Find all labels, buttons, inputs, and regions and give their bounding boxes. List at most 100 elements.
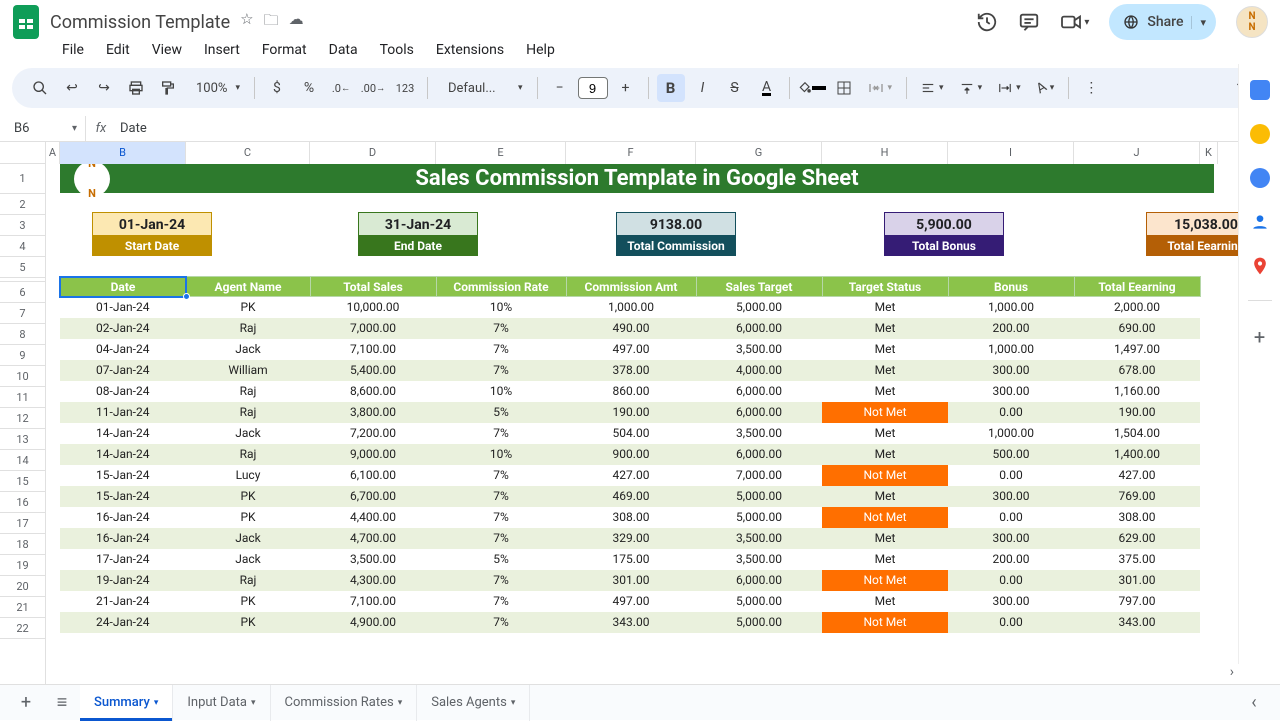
keep-icon[interactable]: [1250, 124, 1270, 144]
menu-tools[interactable]: Tools: [370, 38, 424, 62]
account-avatar[interactable]: NN: [1236, 6, 1268, 38]
col-a[interactable]: A: [46, 142, 60, 164]
share-caret-icon[interactable]: ▾: [1191, 16, 1206, 29]
header-agent-name[interactable]: Agent Name: [186, 277, 310, 297]
italic-button[interactable]: I: [689, 74, 717, 102]
name-box[interactable]: B6▾: [0, 116, 86, 141]
add-on-icon[interactable]: +: [1254, 325, 1265, 349]
more-icon[interactable]: ⋮: [1077, 74, 1105, 102]
scroll-right-icon[interactable]: ›: [1230, 664, 1234, 680]
meet-icon[interactable]: ▾: [1060, 13, 1089, 31]
menu-file[interactable]: File: [52, 38, 94, 62]
increase-decimal-icon[interactable]: .00→: [359, 74, 387, 102]
select-all-cell[interactable]: [0, 142, 46, 164]
valign-button[interactable]: ▾: [954, 74, 989, 102]
table-row[interactable]: 14-Jan-24Raj9,000.0010%900.006,000.00Met…: [46, 444, 1200, 465]
menu-help[interactable]: Help: [516, 38, 565, 62]
table-row[interactable]: 21-Jan-24PK7,100.007%497.005,000.00Met30…: [46, 591, 1200, 612]
doc-title[interactable]: Commission Template: [50, 12, 230, 33]
cloud-icon[interactable]: ☁: [289, 10, 304, 35]
grid[interactable]: NN Sales Commission Template in Google S…: [46, 164, 1280, 700]
history-icon[interactable]: [976, 11, 998, 33]
paint-format-icon[interactable]: [154, 74, 182, 102]
col-h[interactable]: H: [822, 142, 948, 164]
decrease-decimal-icon[interactable]: .0←: [327, 74, 355, 102]
share-button[interactable]: Share ▾: [1109, 4, 1216, 40]
table-row[interactable]: 04-Jan-24Jack7,100.007%497.003,500.00Met…: [46, 339, 1200, 360]
header-commission-rate[interactable]: Commission Rate: [436, 277, 566, 297]
table-row[interactable]: 07-Jan-24William5,400.007%378.004,000.00…: [46, 360, 1200, 381]
header-sales-target[interactable]: Sales Target: [696, 277, 822, 297]
strike-button[interactable]: S: [721, 74, 749, 102]
col-j[interactable]: J: [1074, 142, 1200, 164]
header-total-eearning[interactable]: Total Eearning: [1074, 277, 1200, 297]
menu-insert[interactable]: Insert: [194, 38, 250, 62]
tab-commission-rates[interactable]: Commission Rates▾: [271, 685, 418, 721]
menu-format[interactable]: Format: [252, 38, 317, 62]
table-row[interactable]: 15-Jan-24PK6,700.007%469.005,000.00Met30…: [46, 486, 1200, 507]
undo-icon[interactable]: ↩: [58, 74, 86, 102]
decrease-font-icon[interactable]: −: [546, 74, 574, 102]
fill-color-button[interactable]: [798, 74, 826, 102]
add-sheet-button[interactable]: +: [8, 692, 44, 713]
search-icon[interactable]: [26, 74, 54, 102]
increase-font-icon[interactable]: +: [612, 74, 640, 102]
more-formats-icon[interactable]: 123: [391, 74, 419, 102]
tab-sales-agents[interactable]: Sales Agents▾: [417, 685, 530, 721]
percent-icon[interactable]: %: [295, 74, 323, 102]
menu-data[interactable]: Data: [319, 38, 368, 62]
table-row[interactable]: 16-Jan-24PK4,400.007%308.005,000.00Not M…: [46, 507, 1200, 528]
table-row[interactable]: 02-Jan-24Raj7,000.007%490.006,000.00Met2…: [46, 318, 1200, 339]
tab-input-data[interactable]: Input Data▾: [173, 685, 270, 721]
sheets-logo-icon[interactable]: [12, 4, 40, 40]
col-b[interactable]: B: [60, 142, 186, 164]
borders-button[interactable]: [830, 74, 858, 102]
comment-icon[interactable]: [1018, 11, 1040, 33]
col-c[interactable]: C: [186, 142, 310, 164]
zoom-select[interactable]: 100%▾: [186, 74, 246, 102]
header-total-sales[interactable]: Total Sales: [310, 277, 436, 297]
table-row[interactable]: 19-Jan-24Raj4,300.007%301.006,000.00Not …: [46, 570, 1200, 591]
font-select[interactable]: Defaul...▾: [436, 74, 529, 102]
header-date[interactable]: Date: [60, 277, 186, 297]
table-row[interactable]: 01-Jan-24PK10,000.0010%1,000.005,000.00M…: [46, 297, 1200, 318]
tab-summary[interactable]: Summary▾: [80, 685, 173, 721]
table-row[interactable]: 14-Jan-24Jack7,200.007%504.003,500.00Met…: [46, 423, 1200, 444]
star-icon[interactable]: ☆: [240, 10, 253, 35]
font-size-input[interactable]: [578, 77, 608, 99]
menu-view[interactable]: View: [142, 38, 192, 62]
table-row[interactable]: 08-Jan-24Raj8,600.0010%860.006,000.00Met…: [46, 381, 1200, 402]
header-bonus[interactable]: Bonus: [948, 277, 1074, 297]
header-commission-amt[interactable]: Commission Amt: [566, 277, 696, 297]
col-d[interactable]: D: [310, 142, 436, 164]
tasks-icon[interactable]: [1250, 168, 1270, 188]
explore-button[interactable]: ‹: [1236, 692, 1272, 713]
table-row[interactable]: 15-Jan-24Lucy6,100.007%427.007,000.00Not…: [46, 465, 1200, 486]
halign-button[interactable]: ▾: [915, 74, 950, 102]
merge-button[interactable]: ▾: [862, 74, 899, 102]
menu-extensions[interactable]: Extensions: [426, 38, 514, 62]
contacts-icon[interactable]: [1250, 212, 1270, 232]
rotate-button[interactable]: A▾: [1031, 74, 1061, 102]
text-color-button[interactable]: A: [753, 74, 781, 102]
maps-icon[interactable]: [1250, 256, 1270, 276]
table-row[interactable]: 11-Jan-24Raj3,800.005%190.006,000.00Not …: [46, 402, 1200, 423]
move-icon[interactable]: 🗀: [264, 10, 279, 35]
col-k[interactable]: K: [1200, 142, 1218, 164]
header-target-status[interactable]: Target Status: [822, 277, 948, 297]
col-g[interactable]: G: [696, 142, 822, 164]
table-row[interactable]: 24-Jan-24PK4,900.007%343.005,000.00Not M…: [46, 612, 1200, 633]
wrap-button[interactable]: ▾: [992, 74, 1027, 102]
col-f[interactable]: F: [566, 142, 696, 164]
bold-button[interactable]: B: [657, 74, 685, 102]
formula-input[interactable]: Date: [116, 121, 147, 136]
menu-edit[interactable]: Edit: [96, 38, 140, 62]
all-sheets-button[interactable]: ≡: [44, 692, 80, 713]
table-row[interactable]: 17-Jan-24Jack3,500.005%175.003,500.00Met…: [46, 549, 1200, 570]
currency-icon[interactable]: $: [263, 74, 291, 102]
table-row[interactable]: 16-Jan-24Jack4,700.007%329.003,500.00Met…: [46, 528, 1200, 549]
col-i[interactable]: I: [948, 142, 1074, 164]
col-e[interactable]: E: [436, 142, 566, 164]
redo-icon[interactable]: ↪: [90, 74, 118, 102]
calendar-icon[interactable]: [1250, 80, 1270, 100]
